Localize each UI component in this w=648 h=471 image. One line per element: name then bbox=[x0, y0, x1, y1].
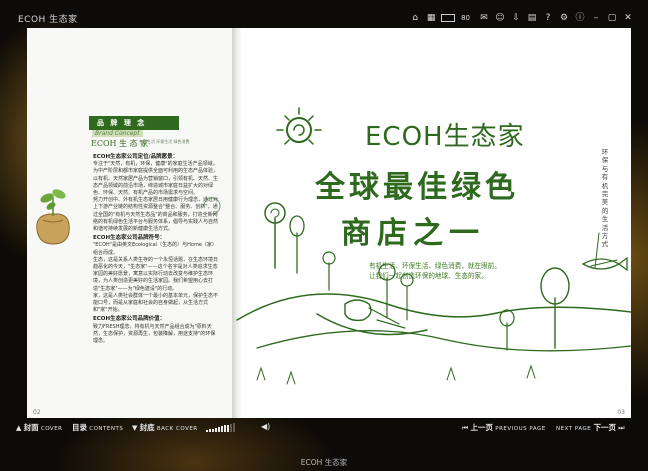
volume-bar bbox=[221, 426, 223, 433]
cover-button[interactable]: ▲ 封面 COVER bbox=[16, 422, 63, 433]
info-icon[interactable]: ⓘ bbox=[574, 12, 586, 24]
maximize-icon[interactable]: ▢ bbox=[606, 12, 618, 24]
subtitle-line-2: 让我们一起创造环保的地球、生态的家。 bbox=[369, 272, 488, 280]
close-icon[interactable]: ✕ bbox=[622, 12, 634, 24]
download-icon[interactable]: ⇩ bbox=[510, 12, 522, 24]
home-icon[interactable]: ⌂ bbox=[409, 12, 421, 24]
back-cover-button[interactable]: ▼ 封底 BACK COVER bbox=[132, 422, 198, 433]
volume-bar bbox=[227, 424, 229, 433]
book-spine bbox=[232, 28, 242, 418]
headline-brand: ECOH生态家 bbox=[365, 122, 525, 152]
left-page-text: ECOH生态家公司定位/品牌愿景： 专注于"天然，有机，环保，健康"的家庭生活产… bbox=[93, 154, 218, 345]
skip-back-icon: ⏮ bbox=[462, 424, 469, 432]
zoom-value: 80 bbox=[461, 14, 470, 22]
seedling-bag-icon bbox=[36, 189, 70, 245]
volume-bar bbox=[224, 425, 226, 433]
paragraph: 家，这是人类社会群体一个最小的基本单元，保护生态不能口号，而是从家庭和社会的自身… bbox=[93, 292, 219, 314]
section-heading: ECOH生态家公司品牌价值： bbox=[93, 316, 166, 323]
title-bar: ECOH 生态家 ⌂ ▦ 80 ✉ ☺ ⇩ ▤ ? ⚙ ⓘ – ▢ ✕ bbox=[0, 10, 648, 28]
subtitle-line-1: 有机生活、环保生活、绿色消费，就在眼前。 bbox=[369, 262, 501, 270]
volume-bar bbox=[206, 430, 208, 433]
comment-icon[interactable]: ✉ bbox=[478, 12, 490, 24]
zoom-slider[interactable] bbox=[441, 14, 456, 22]
paragraph: 生态，这是关系人类生存的一个永恒话题，在生态环境日趋恶化的今天，"生态家"——这… bbox=[93, 256, 219, 292]
vertical-slogan: 环保与有机完美的生活方式 bbox=[601, 148, 609, 249]
paragraph: 专注于"天然，有机，环保，健康"的家庭生活产品领域，为中产阶层和都市家庭提供全面… bbox=[93, 161, 219, 197]
print-icon[interactable]: ▤ bbox=[526, 12, 538, 24]
paragraph: 致力FRESH理念，将有机与天然产品组合成为"原料天然，生态保护，资源再生，包装… bbox=[93, 323, 216, 345]
footer-navigation: ▲ 封面 COVER 目录 CONTENTS ▼ 封底 BACK COVER ◀… bbox=[14, 422, 634, 434]
volume-control[interactable] bbox=[206, 423, 235, 433]
left-page[interactable]: 品 牌 理 念 Brand Concept ECOH 生 态 家 有机生活 环保… bbox=[27, 28, 235, 418]
help-icon[interactable]: ? bbox=[542, 12, 554, 24]
headline-line-3: 商店之一 bbox=[341, 216, 485, 251]
paragraph: "ECOH"是由英文Ecological（生态的）与Home（家）组合而成。 bbox=[93, 242, 217, 256]
speaker-icon[interactable]: ◀) bbox=[261, 422, 270, 431]
next-page-button[interactable]: NEXT PAGE 下一页 ⏭ bbox=[556, 422, 625, 433]
right-page-number: 03 bbox=[617, 409, 625, 416]
headline-line-2: 全球最佳绿色 bbox=[315, 170, 519, 205]
contents-button[interactable]: 目录 CONTENTS bbox=[72, 422, 123, 433]
previous-page-button[interactable]: ⏮ 上一页 PREVIOUS PAGE bbox=[462, 422, 546, 433]
settings-icon[interactable]: ⚙ bbox=[558, 12, 570, 24]
triangle-up-icon: ▲ bbox=[16, 424, 22, 432]
flipbook[interactable]: 品 牌 理 念 Brand Concept ECOH 生 态 家 有机生活 环保… bbox=[27, 28, 631, 418]
user-icon[interactable]: ☺ bbox=[494, 12, 506, 24]
paragraph: 努力开创中、外有机生态家居日用健康行为理念，通过对上下游产业链的结构性资源整合"… bbox=[93, 197, 219, 233]
minimize-icon[interactable]: – bbox=[590, 12, 602, 24]
app-title: ECOH 生态家 bbox=[18, 15, 78, 25]
volume-bar bbox=[215, 427, 217, 433]
volume-bar bbox=[212, 428, 214, 433]
toolbar: ⌂ ▦ 80 ✉ ☺ ⇩ ▤ ? ⚙ ⓘ – ▢ ✕ bbox=[409, 12, 634, 24]
bottom-app-title: ECOH 生态家 bbox=[300, 458, 348, 467]
volume-bar bbox=[209, 429, 211, 433]
skip-forward-icon: ⏭ bbox=[618, 424, 625, 432]
volume-bar bbox=[230, 423, 232, 433]
volume-bar bbox=[233, 423, 235, 433]
volume-bar bbox=[218, 427, 220, 433]
left-page-number: 02 bbox=[33, 409, 41, 416]
triangle-down-icon: ▼ bbox=[132, 424, 138, 432]
brand-subtitle: Brand Concept bbox=[92, 130, 143, 137]
brand-title: 品 牌 理 念 bbox=[97, 119, 147, 127]
thumbnails-icon[interactable]: ▦ bbox=[425, 12, 437, 24]
logo-tagline: 有机生活 环保生活 绿色消费 bbox=[139, 139, 190, 144]
